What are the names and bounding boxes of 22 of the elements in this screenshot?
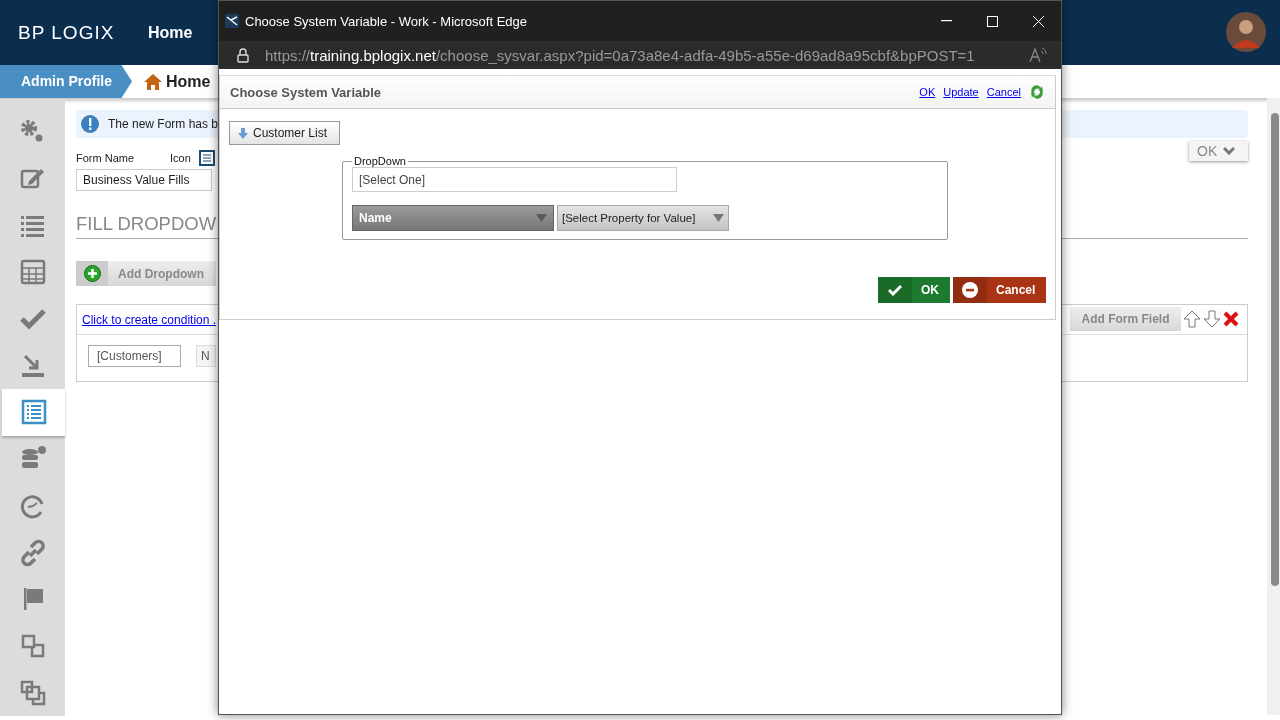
name-select[interactable]: Name [352, 205, 554, 231]
breadcrumb-item[interactable]: Home [166, 72, 211, 91]
text-field[interactable]: N [196, 345, 216, 367]
field-label: Icon [170, 152, 191, 164]
text-field[interactable]: [Select One] [352, 167, 677, 192]
ok-button[interactable]: OK [878, 277, 950, 303]
cancel-button[interactable]: Cancel [953, 277, 1046, 303]
window-title: Choose System Variable - Work - Microsoft Edge [245, 13, 527, 29]
message-text: The new Form has b [108, 117, 219, 131]
text-field[interactable]: [Customers] [88, 345, 181, 367]
header-link[interactable]: OK [919, 86, 936, 98]
logo: BP LOGIX [18, 21, 116, 44]
group-legend: DropDown [352, 155, 408, 167]
create-condition-link[interactable]: Click to create condition . [82, 312, 217, 327]
header-link[interactable]: Update [943, 86, 979, 98]
header-link[interactable]: Cancel [986, 86, 1021, 98]
form-name-field[interactable]: Business Value Fills [76, 169, 212, 191]
customer-list-button[interactable]: Customer List [229, 121, 340, 145]
nav-link[interactable]: Home [148, 23, 193, 42]
property-select[interactable]: [Select Property for Value] [557, 205, 729, 231]
dialog-heading: Choose System Variable [230, 84, 381, 100]
field-label: Form Name [76, 152, 136, 164]
